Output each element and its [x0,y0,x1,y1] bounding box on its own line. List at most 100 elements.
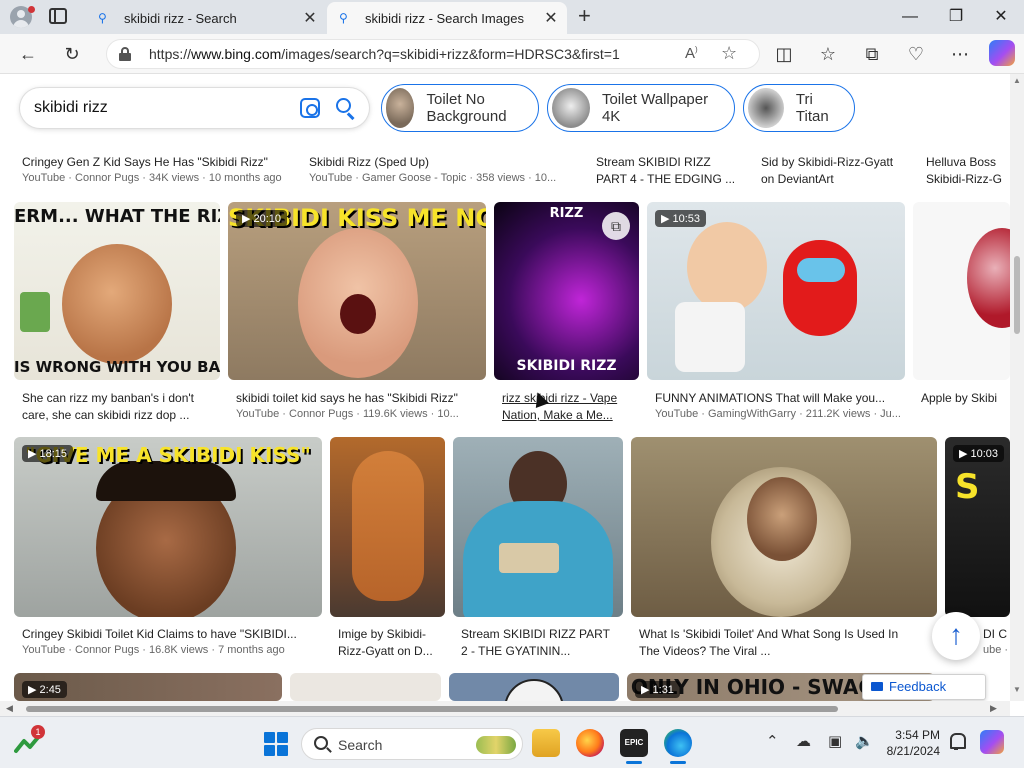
copilot-icon[interactable] [989,40,1015,66]
back-arrow-icon[interactable]: ← [16,42,40,66]
image-result[interactable] [631,437,937,617]
result-caption[interactable]: PART 4 - THE EDGING ... [596,171,746,187]
image-result[interactable] [290,673,441,701]
start-windows-icon[interactable] [264,732,288,756]
result-caption[interactable]: FUNNY ANIMATIONS That will Make you... [655,390,905,406]
firefox-icon[interactable] [576,729,604,757]
notification-bell-icon[interactable] [948,733,966,751]
related-chip-toilet-wallpaper-4k[interactable]: Toilet Wallpaper 4K [547,84,735,132]
vertical-scrollbar[interactable]: ▲ ▼ [1010,74,1024,701]
feedback-button[interactable]: Feedback [862,674,986,700]
result-caption[interactable]: care, she can skibidi rizz dop ... [22,407,220,423]
widgets-icon[interactable]: 1 [14,725,45,755]
widgets-badge: 1 [31,725,45,739]
image-result[interactable]: ▶ 10:53 [647,202,905,380]
display-icon[interactable]: ▣ [828,732,842,750]
result-meta: YouTube · GamingWithGarry · 211.2K views… [655,408,901,420]
image-result[interactable]: SKIBIDI KISS ME NOW ▶ 20:10 [228,202,486,380]
image-result[interactable] [913,202,1010,380]
result-caption[interactable]: Imige by Skibidi- [338,626,444,642]
image-result[interactable] [453,437,623,617]
search-box[interactable]: skibidi rizz [20,88,369,128]
image-result[interactable]: S ▶ 10:03 [945,437,1010,617]
image-result[interactable]: RIZZ SKIBIDI RIZZ ⧉ [494,202,639,380]
image-result[interactable] [330,437,445,617]
result-caption[interactable]: Skibidi Rizz (Sped Up) [309,154,569,170]
result-caption[interactable]: Sid by Skibidi-Rizz-Gyatt [761,154,911,170]
chip-label: Toilet Wallpaper 4K [601,91,709,125]
search-input[interactable]: skibidi rizz [34,99,108,117]
taskbar-search[interactable]: Search [301,728,523,760]
result-caption[interactable]: What Is 'Skibidi Toilet' And What Song I… [639,626,935,642]
result-caption[interactable]: skibidi toilet kid says he has "Skibidi … [236,390,484,406]
image-result[interactable]: "GIVE ME A SKIBIDI KISS" ▶ 18:15 [14,437,322,617]
video-duration-badge: ▶ 20:10 [236,210,288,227]
thumbnail-overlay-text: IS WRONG WITH YOU BA [14,358,220,376]
taskbar-search-label: Search [338,737,383,753]
restore-icon[interactable]: ❐ [944,6,968,28]
url-text[interactable]: https://www.bing.com/images/search?q=ski… [149,46,620,62]
horizontal-scrollbar[interactable]: ◀ ▶ [0,701,1010,716]
result-caption[interactable]: Apple by Skibi [921,390,1009,406]
address-bar[interactable]: https://www.bing.com/images/search?q=ski… [106,39,760,69]
favorite-star-icon[interactable]: ☆ [721,43,737,64]
result-caption[interactable]: 2 - THE GYATININ... [461,643,621,659]
epic-games-icon[interactable]: EPIC [620,729,648,764]
page-content: Cringey Gen Z Kid Says He Has "Skibidi R… [0,74,1024,716]
related-chip-tri-titan[interactable]: Tri Titan [743,84,855,132]
result-caption[interactable]: DI C [983,626,1009,642]
tab-strip: ⚲ skibidi rizz - Search ✕ ⚲ skibidi rizz… [0,0,1024,34]
result-caption[interactable]: She can rizz my banban's i don't [22,390,220,406]
lock-icon[interactable] [119,47,131,61]
result-caption[interactable]: rizz skibidi rizz - Vape [502,390,638,406]
back-to-top-arrow-icon[interactable]: ↑ [932,612,980,660]
result-caption[interactable]: Stream SKIBIDI RIZZ [596,154,746,170]
browser-essentials-icon[interactable]: ♡ [904,42,928,66]
show-hidden-icons-chevron-icon[interactable]: ⌃ [766,732,779,750]
read-aloud-icon[interactable]: A) [685,45,698,62]
close-icon[interactable]: ✕ [298,8,322,28]
copilot-taskbar-icon[interactable] [980,730,1004,754]
refresh-icon[interactable]: ↻ [60,42,84,66]
tab-search-images[interactable]: ⚲ skibidi rizz - Search Images ✕ [327,2,567,34]
image-result[interactable]: ▶ 2:45 [14,673,282,701]
tab-title: skibidi rizz - Search [124,10,237,26]
result-caption[interactable]: Helluva Boss [926,154,1008,170]
window-close-icon[interactable]: ✕ [989,6,1013,28]
video-duration-badge: ▶ 18:15 [22,445,74,462]
tab-actions-icon[interactable] [49,8,67,24]
new-tab-icon[interactable]: + [578,5,591,27]
result-caption[interactable]: Stream SKIBIDI RIZZ PART [461,626,621,642]
image-result[interactable]: ERM... WHAT THE RIZ IS WRONG WITH YOU BA [14,202,220,380]
more-options-icon[interactable]: ⋯ [948,42,972,66]
collections-icon[interactable]: ⧉ [860,42,884,66]
tab-search[interactable]: ⚲ skibidi rizz - Search ✕ [86,2,326,34]
result-caption[interactable]: Cringey Skibidi Toilet Kid Claims to hav… [22,626,320,642]
close-icon[interactable]: ✕ [539,8,563,28]
navigation-bar: ← ↻ https://www.bing.com/images/search?q… [0,34,1024,74]
minimize-icon[interactable]: — [898,6,922,28]
tab-title: skibidi rizz - Search Images [365,10,524,26]
image-result[interactable] [449,673,619,701]
clock[interactable]: 3:54 PM 8/21/2024 [884,727,940,759]
result-caption[interactable]: Nation, Make a Me... [502,407,638,423]
edge-icon[interactable] [664,729,692,764]
result-meta: YouTube · Connor Pugs · 119.6K views · 1… [236,408,459,420]
result-caption[interactable]: The Videos? The Viral ... [639,643,935,659]
thumbnail-overlay-text: SKIBIDI RIZZ [516,358,617,374]
result-caption[interactable]: Rizz-Gyatt on D... [338,643,444,659]
network-icon[interactable]: ☁ [796,732,811,750]
result-caption[interactable]: on DeviantArt [761,171,911,187]
visual-search-icon[interactable] [300,98,320,118]
visual-search-hover-icon[interactable]: ⧉ [602,212,630,240]
result-caption[interactable]: Skibidi-Rizz-G [926,171,1008,187]
split-screen-icon[interactable]: ◫ [772,42,796,66]
search-icon[interactable] [336,98,356,120]
favorites-icon[interactable]: ☆ [816,42,840,66]
file-explorer-icon[interactable] [532,729,560,757]
related-chip-toilet-no-background[interactable]: Toilet No Background [381,84,539,132]
horizontal-scrollbar-thumb[interactable] [26,706,838,712]
result-caption[interactable]: Cringey Gen Z Kid Says He Has "Skibidi R… [22,154,292,170]
vertical-scrollbar-thumb[interactable] [1014,256,1020,334]
volume-icon[interactable]: 🔈 [855,732,874,750]
